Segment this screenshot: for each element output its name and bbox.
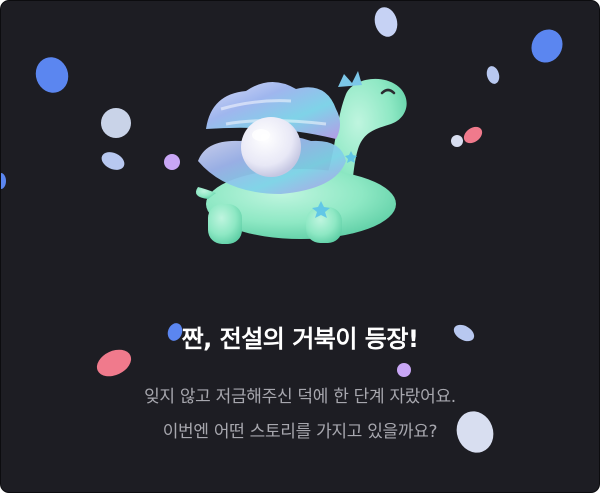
confetti-dot [30,52,74,98]
celebration-description-line1: 잊지 않고 저금해주신 덕에 한 단계 자랐어요. [144,387,456,407]
confetti-dot [98,148,128,174]
confetti-dot [397,363,411,377]
confetti-dot [101,108,131,138]
celebration-description-line2: 이번엔 어떤 스토리를 가지고 있을까요? [162,422,438,442]
confetti-dot [164,154,180,170]
legendary-turtle-icon [195,71,407,244]
confetti-dot [460,123,486,147]
confetti-dot [451,135,463,147]
confetti-dot [371,4,401,40]
celebration-screen: 짠, 전설의 거북이 등장! 잊지 않고 저금해주신 덕에 한 단계 자랐어요.… [0,0,600,493]
confetti-dot [525,23,569,69]
confetti-dot [484,64,502,86]
confetti-dot [1,173,6,189]
celebration-title: 짠, 전설의 거북이 등장! [181,325,419,353]
